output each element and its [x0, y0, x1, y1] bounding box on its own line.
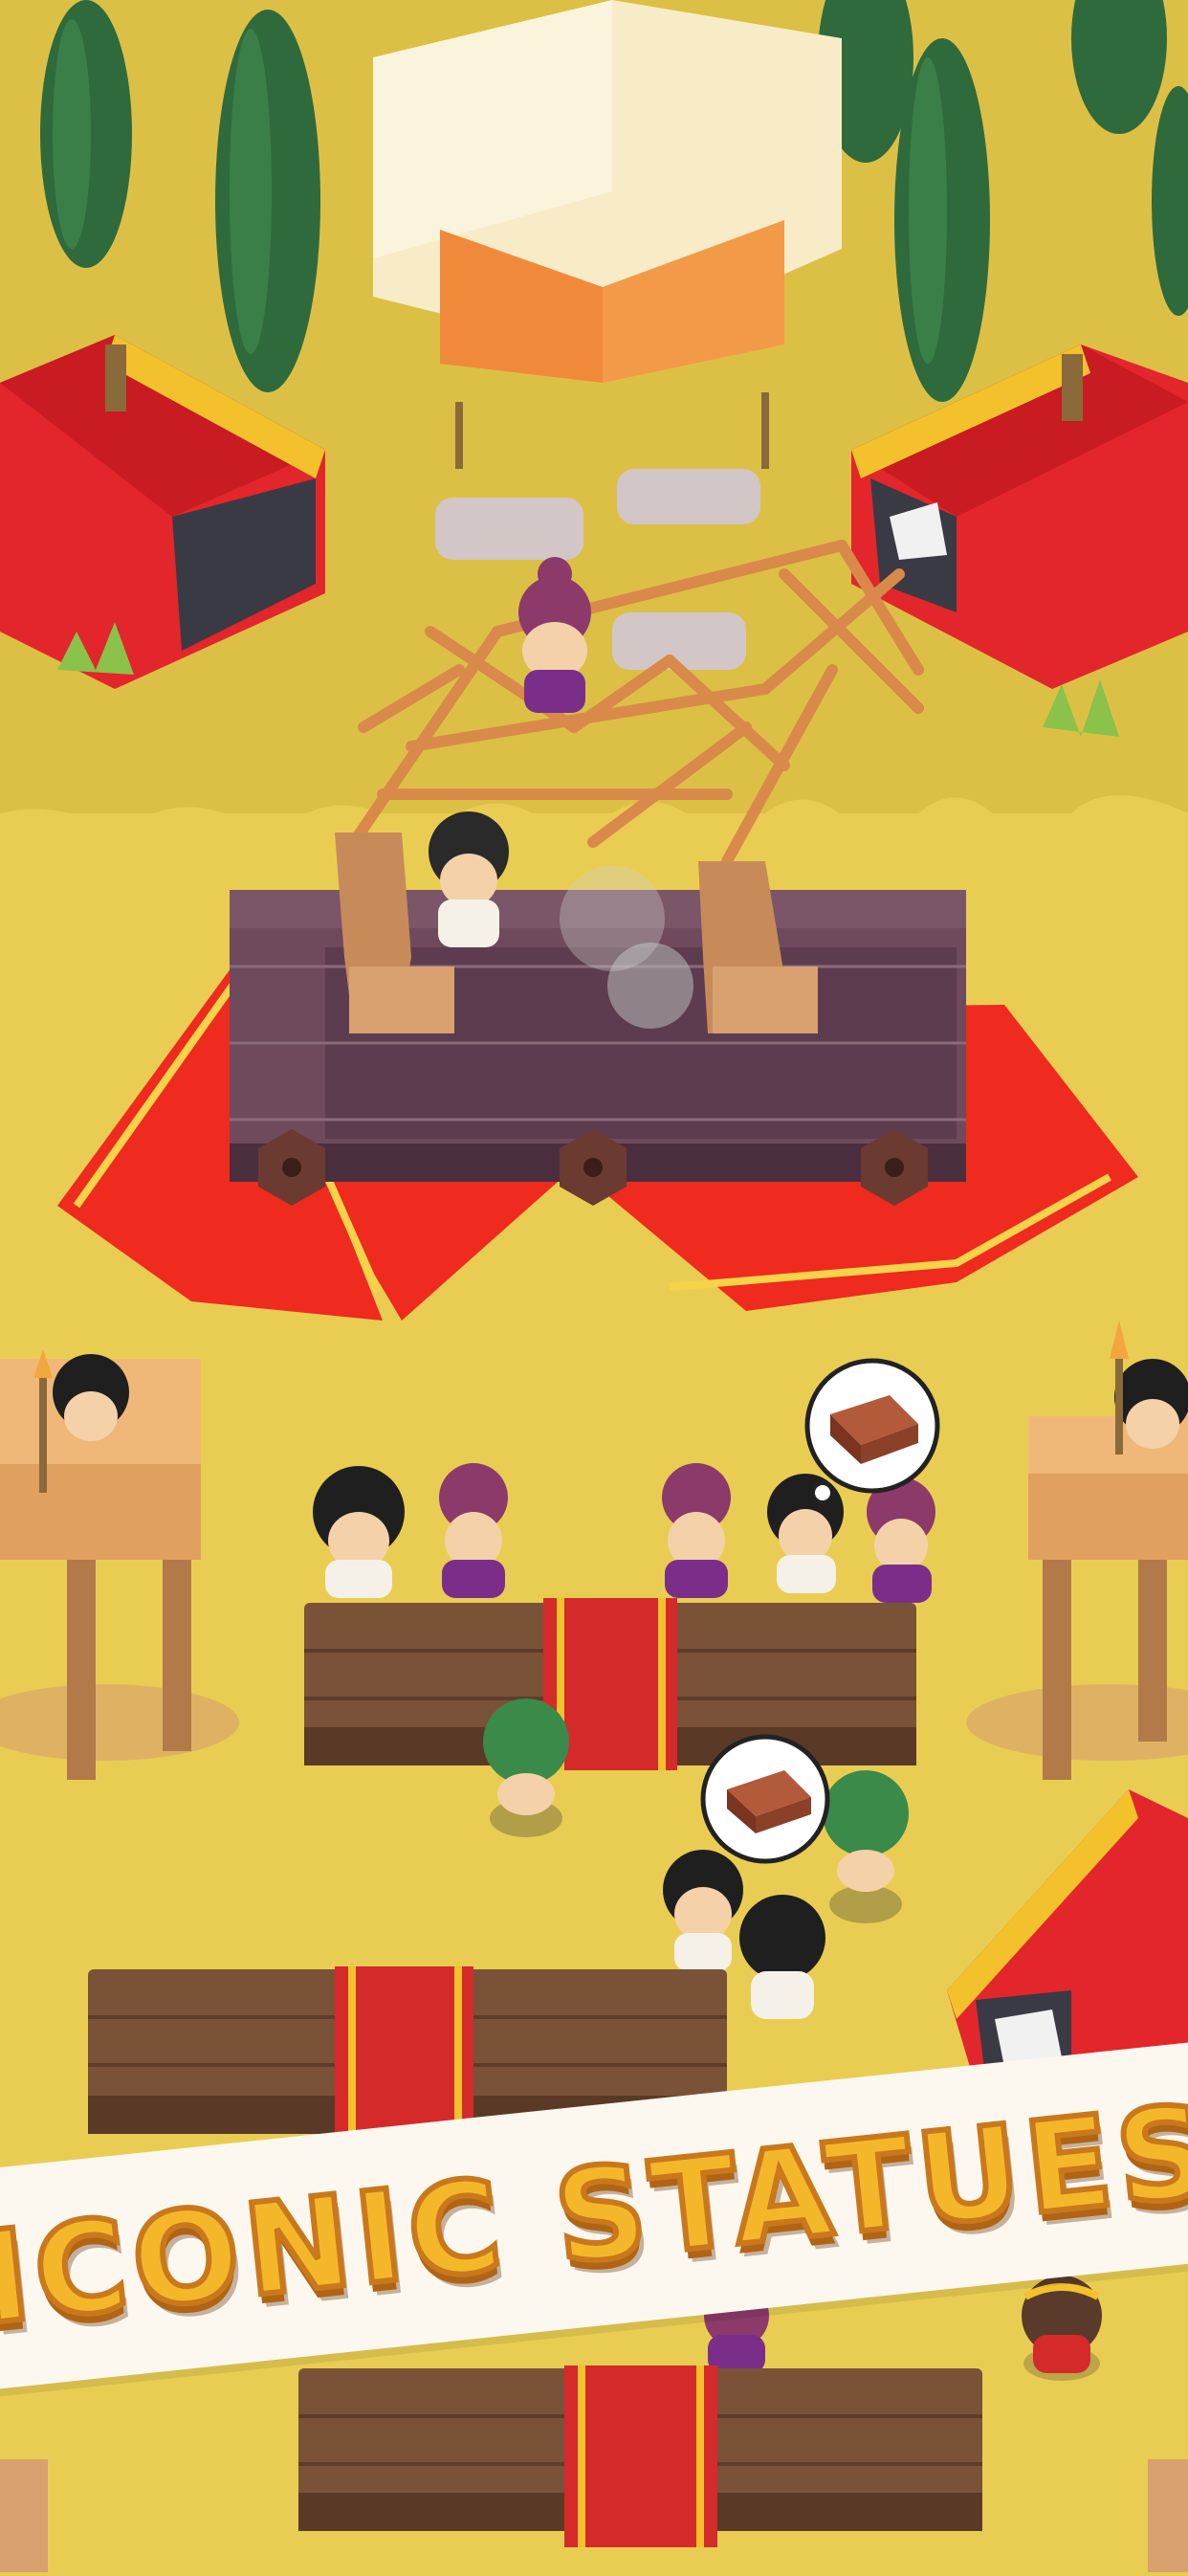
fence-post: [1148, 2459, 1188, 2572]
wooden-table: [298, 2365, 982, 2547]
cypress-tree: [215, 10, 320, 392]
speech-bubble-wood: [700, 1734, 830, 1864]
dust-cloud: [560, 866, 665, 971]
stepping-stone: [617, 469, 760, 524]
worker-man: [663, 1850, 743, 1971]
worker-man: [739, 1895, 825, 2019]
builder-man: [429, 811, 509, 947]
stepping-stone: [435, 498, 583, 560]
worker-green: [483, 1699, 569, 1837]
game-scene: ICONIC STATUES: [0, 0, 1188, 2572]
cypress-tree: [40, 0, 132, 268]
fence-post: [0, 2459, 48, 2572]
stepping-stone: [612, 612, 746, 670]
emperor-character: [1022, 2276, 1102, 2381]
wooden-table: [304, 1598, 916, 1770]
